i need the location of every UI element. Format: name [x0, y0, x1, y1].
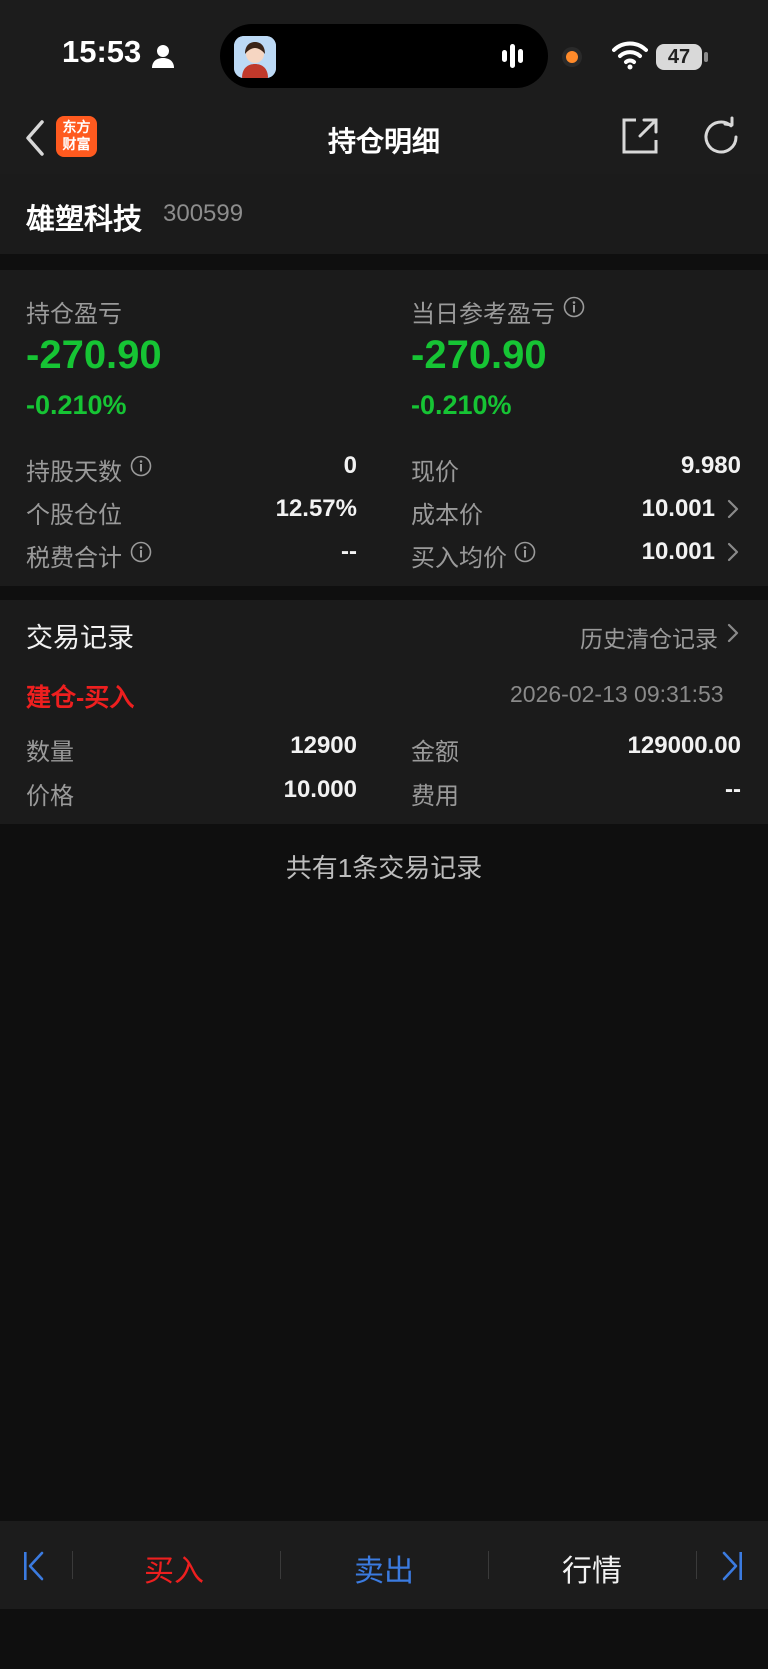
sell-button[interactable]: 卖出 — [294, 1546, 474, 1590]
battery-cap — [704, 52, 708, 62]
battery-indicator: 47 — [656, 44, 702, 70]
chevron-right-icon[interactable] — [726, 622, 740, 644]
divider — [72, 1551, 73, 1579]
hold-pnl-label: 持仓盈亏 — [26, 301, 122, 328]
today-pnl-label: 当日参考盈亏 — [411, 301, 555, 328]
amount-value: 129000.00 — [627, 732, 741, 759]
info-icon[interactable] — [563, 296, 585, 318]
wifi-icon — [612, 41, 648, 70]
last-stock-icon[interactable] — [720, 1550, 744, 1582]
recording-indicator — [566, 51, 578, 63]
current-price-label: 现价 — [411, 459, 459, 486]
trade-timestamp: 2026-02-13 09:31:53 — [510, 681, 724, 707]
hold-pnl-percent: -0.210% — [26, 390, 127, 420]
position-value: 12.57% — [275, 495, 357, 522]
divider — [696, 1551, 697, 1579]
fee-label: 费用 — [411, 783, 459, 810]
tax-fee-value: -- — [341, 538, 357, 565]
amount-label: 金额 — [411, 739, 459, 766]
current-price-value: 9.980 — [680, 452, 741, 479]
trade-type-label: 建仓-买入 — [26, 684, 135, 712]
hold-days-label: 持股天数 — [26, 459, 122, 486]
avg-buy-price-label: 买入均价 — [411, 545, 507, 572]
today-pnl-percent: -0.210% — [411, 390, 512, 420]
stock-code: 300599 — [163, 200, 244, 227]
refresh-icon[interactable] — [700, 116, 742, 158]
tax-fee-label: 税费合计 — [26, 545, 122, 572]
info-icon[interactable] — [130, 541, 152, 563]
status-time: 15:53 — [62, 34, 142, 69]
history-clear-records-link[interactable]: 历史清仓记录 — [580, 620, 718, 654]
share-icon[interactable] — [620, 116, 660, 156]
today-pnl-value: -270.90 — [411, 333, 547, 377]
avatar — [234, 36, 276, 78]
hold-pnl-value: -270.90 — [26, 333, 162, 377]
chevron-right-icon[interactable] — [726, 541, 740, 563]
fee-value: -- — [725, 776, 741, 803]
quantity-value: 12900 — [290, 732, 357, 759]
trade-price-label: 价格 — [26, 783, 74, 810]
chevron-right-icon[interactable] — [726, 498, 740, 520]
audio-wave-icon — [502, 44, 523, 68]
trade-count-text: 共有1条交易记录 — [285, 853, 483, 883]
trade-price-value: 10.000 — [283, 776, 357, 803]
divider — [280, 1551, 281, 1579]
buy-button[interactable]: 买入 — [84, 1546, 264, 1590]
quantity-label: 数量 — [26, 739, 74, 766]
stock-name: 雄塑科技 — [26, 204, 143, 236]
trade-section-title: 交易记录 — [26, 623, 134, 653]
first-stock-icon[interactable] — [22, 1550, 46, 1582]
cost-price-label: 成本价 — [411, 502, 483, 529]
info-icon[interactable] — [130, 455, 152, 477]
person-icon — [152, 45, 174, 68]
info-icon[interactable] — [514, 541, 536, 563]
divider — [488, 1551, 489, 1579]
quote-button[interactable]: 行情 — [502, 1546, 682, 1590]
cost-price-value[interactable]: 10.001 — [580, 495, 715, 523]
position-label: 个股仓位 — [26, 502, 122, 529]
hold-days-value: 0 — [343, 452, 357, 479]
avg-buy-price-value[interactable]: 10.001 — [580, 538, 715, 566]
